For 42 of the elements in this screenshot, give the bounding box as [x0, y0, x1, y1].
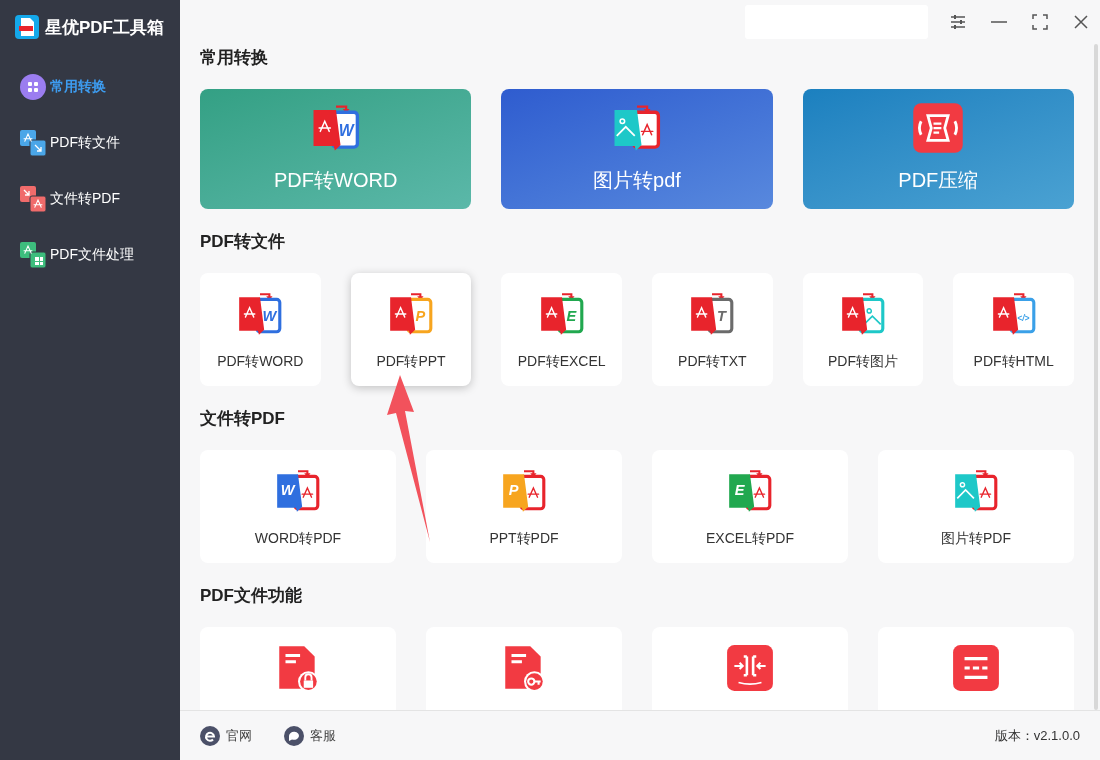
- chat-icon: [284, 725, 304, 746]
- section-title: PDF转文件: [200, 231, 286, 253]
- grid-icon: [20, 74, 46, 100]
- list-icon: [951, 643, 1001, 693]
- tool-tile[interactable]: [426, 627, 622, 710]
- sidebar-item[interactable]: 常用转换: [0, 59, 180, 115]
- version-label: 版本：v2.1.0.0: [994, 726, 1080, 745]
- tool-tile[interactable]: W PDF转WORD: [200, 273, 321, 386]
- tool-tile[interactable]: [878, 627, 1074, 710]
- section-title: 文件转PDF: [200, 408, 286, 430]
- app-logo-icon: [15, 15, 39, 39]
- sidebar-item[interactable]: 文件转PDF: [0, 171, 180, 227]
- tool-tile[interactable]: PDF转图片: [802, 273, 924, 386]
- section-title: PDF文件功能: [200, 585, 303, 607]
- tool-tile[interactable]: P PDF转PPT: [350, 273, 472, 386]
- minimize-icon: [991, 21, 1007, 23]
- footer-link[interactable]: 客服: [284, 725, 336, 746]
- tool-tile[interactable]: [200, 627, 396, 710]
- sidebar-item[interactable]: PDF文件处理: [0, 227, 180, 283]
- tool-tile[interactable]: 图片转PDF: [878, 450, 1074, 563]
- tool-card[interactable]: W PDF转WORD: [200, 89, 472, 209]
- file-pair-icon: [20, 242, 46, 268]
- app-title: 星优PDF工具箱: [45, 16, 164, 39]
- section-title: 常用转换: [200, 47, 269, 69]
- sidebar-item[interactable]: PDF转文件: [0, 115, 180, 171]
- tool-tile[interactable]: [652, 627, 848, 710]
- scrollbar[interactable]: [1094, 44, 1098, 710]
- tool-tile[interactable]: P PPT转PDF: [426, 450, 622, 563]
- footer-link[interactable]: 官网: [200, 725, 252, 746]
- file-pair-icon: [20, 130, 46, 156]
- tool-tile[interactable]: E PDF转EXCEL: [501, 273, 622, 386]
- tool-tile[interactable]: T PDF转TXT: [652, 273, 773, 386]
- tool-tile[interactable]: E EXCEL转PDF: [652, 450, 848, 563]
- merge-icon: [725, 643, 775, 693]
- compress-icon: [911, 101, 966, 155]
- settings-icon: [948, 12, 968, 32]
- maximize-icon: [1030, 12, 1050, 32]
- file-pair-icon: [20, 186, 46, 212]
- browser-icon: [200, 725, 220, 746]
- tool-card[interactable]: 图片转pdf: [501, 89, 773, 209]
- tool-tile[interactable]: W WORD转PDF: [200, 450, 396, 563]
- tool-tile[interactable]: </> PDF转HTML: [953, 273, 1074, 386]
